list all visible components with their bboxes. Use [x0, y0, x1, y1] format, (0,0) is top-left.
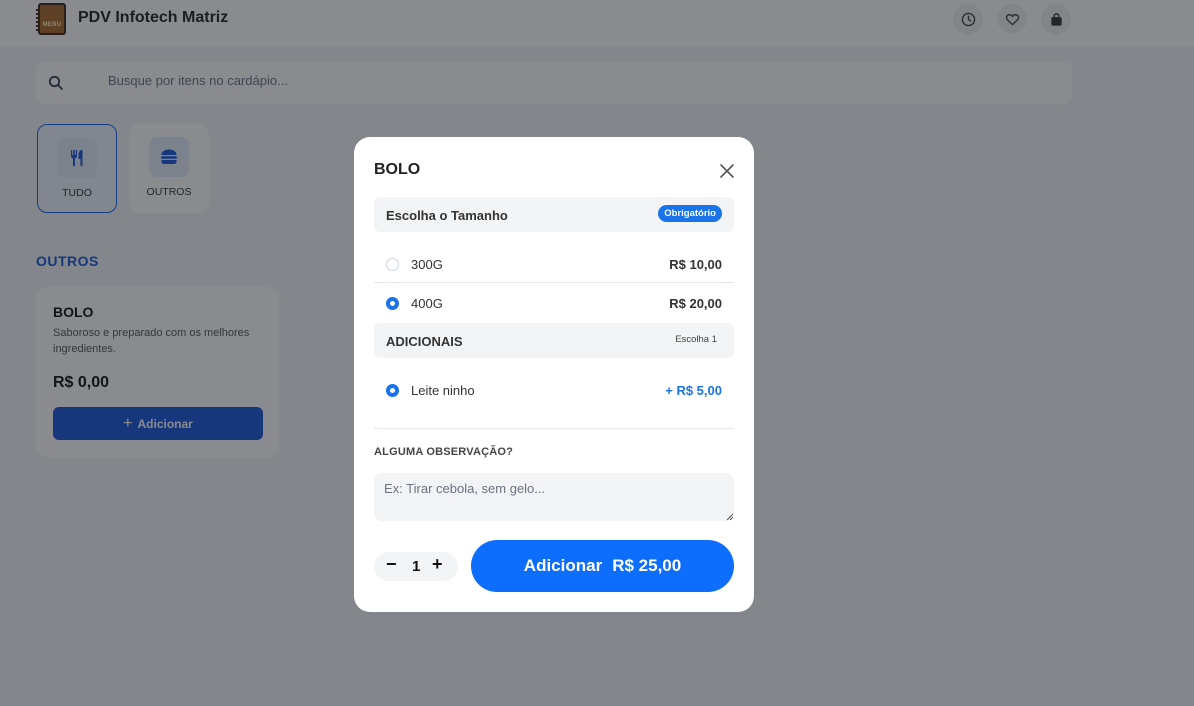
decrement-button[interactable]: −: [386, 554, 397, 575]
extras-group-title: ADICIONAIS: [386, 334, 463, 349]
quantity-stepper: − 1 +: [374, 552, 458, 581]
close-icon: [720, 164, 734, 178]
observation-label: ALGUMA OBSERVAÇÃO?: [374, 446, 514, 458]
required-badge: Obrigatório: [658, 205, 722, 222]
option-price: R$ 20,00: [669, 296, 722, 311]
option-price: R$ 10,00: [669, 257, 722, 272]
add-to-cart-button[interactable]: Adicionar R$ 25,00: [471, 540, 734, 592]
quantity-value: 1: [412, 558, 421, 575]
radio-button[interactable]: [386, 384, 399, 397]
extras-group-header: ADICIONAIS Escolha 1: [374, 323, 734, 358]
close-button[interactable]: [717, 161, 737, 181]
option-label: 400G: [411, 296, 443, 311]
add-button-total: R$ 25,00: [612, 556, 682, 575]
size-group-title: Escolha o Tamanho: [386, 208, 508, 223]
size-group-header: Escolha o Tamanho Obrigatório: [374, 197, 734, 232]
option-label: 300G: [411, 257, 443, 272]
radio-button[interactable]: [386, 297, 399, 310]
radio-button[interactable]: [386, 258, 399, 271]
add-button-label: Adicionar: [523, 556, 603, 575]
option-price: + R$ 5,00: [665, 383, 722, 398]
size-option-300g[interactable]: 300G R$ 10,00: [374, 245, 734, 283]
modal-title: BOLO: [374, 161, 421, 178]
observation-textarea[interactable]: [374, 473, 734, 521]
size-option-400g[interactable]: 400G R$ 20,00: [374, 284, 734, 322]
divider: [374, 428, 734, 429]
extras-group-note: Escolha 1: [675, 334, 717, 345]
resize-grip-icon[interactable]: [726, 513, 734, 521]
increment-button[interactable]: +: [432, 554, 443, 575]
extra-option-leite-ninho[interactable]: Leite ninho + R$ 5,00: [374, 371, 734, 409]
product-options-modal: BOLO Escolha o Tamanho Obrigatório 300G …: [354, 137, 754, 612]
option-label: Leite ninho: [411, 383, 475, 398]
